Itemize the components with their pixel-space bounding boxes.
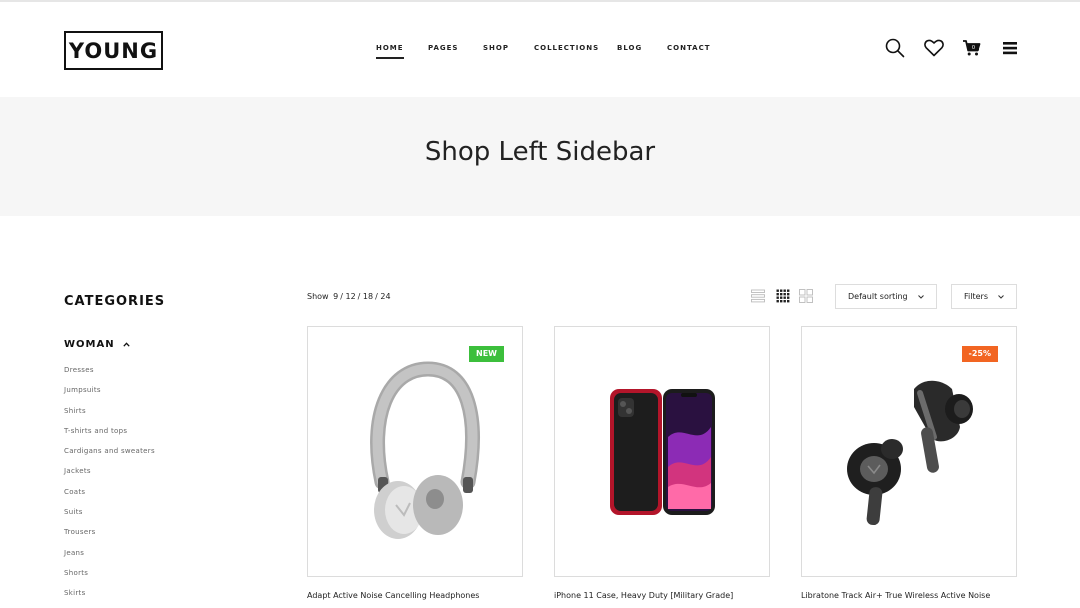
- product-image-earbuds: [847, 380, 973, 526]
- show-per-page: Show 9/ 12/ 18/ 24: [307, 292, 391, 301]
- filters-button[interactable]: Filters: [951, 284, 1017, 309]
- sidebar-section-label: WOMAN: [64, 339, 115, 350]
- product-image-phone-case: [610, 389, 715, 515]
- show-option-24[interactable]: 24: [380, 292, 390, 301]
- category-item[interactable]: Coats: [64, 488, 155, 508]
- main-nav: HOME PAGES SHOP COLLECTIONS BLOG CONTACT: [0, 44, 1080, 59]
- product-card[interactable]: NEW: [307, 326, 523, 577]
- sidebar-title: CATEGORIES: [64, 294, 166, 309]
- nav-collections[interactable]: COLLECTIONS: [534, 44, 599, 52]
- grid-2-icon[interactable]: [799, 289, 813, 303]
- product-name[interactable]: Adapt Active Noise Cancelling Headphones: [307, 591, 479, 600]
- filters-label: Filters: [964, 292, 988, 301]
- category-item[interactable]: Jackets: [64, 467, 155, 487]
- product-badge-new: NEW: [469, 346, 504, 362]
- nav-pages[interactable]: PAGES: [428, 44, 458, 52]
- list-view-icon[interactable]: [751, 289, 765, 303]
- category-item[interactable]: T-shirts and tops: [64, 427, 155, 447]
- product-card[interactable]: -25%: [801, 326, 1017, 577]
- chevron-down-icon: [998, 295, 1004, 299]
- show-label: Show: [307, 292, 329, 301]
- chevron-up-icon: [122, 342, 130, 347]
- product-image-headphones: [370, 361, 480, 539]
- category-item[interactable]: Dresses: [64, 366, 155, 386]
- category-list: Dresses Jumpsuits Shirts T-shirts and to…: [64, 366, 155, 608]
- product-badge-sale: -25%: [961, 346, 998, 362]
- nav-home[interactable]: HOME: [376, 44, 404, 59]
- grid-4-icon[interactable]: [776, 289, 790, 303]
- product-name[interactable]: iPhone 11 Case, Heavy Duty [Military Gra…: [554, 591, 733, 600]
- show-option-18[interactable]: 18: [363, 292, 373, 301]
- product-name[interactable]: Libratone Track Air+ True Wireless Activ…: [801, 591, 990, 600]
- search-icon[interactable]: [884, 37, 906, 59]
- svg-text:0: 0: [972, 45, 975, 51]
- sidebar-section-woman[interactable]: WOMAN: [64, 339, 130, 350]
- sorting-select[interactable]: Default sorting: [835, 284, 937, 309]
- category-item[interactable]: Cardigans and sweaters: [64, 447, 155, 467]
- cart-icon[interactable]: 0: [961, 37, 983, 59]
- show-option-12[interactable]: 12: [345, 292, 355, 301]
- product-card[interactable]: [554, 326, 770, 577]
- nav-contact[interactable]: CONTACT: [667, 44, 711, 52]
- heart-icon[interactable]: [923, 37, 945, 59]
- page-title-band: Shop Left Sidebar: [0, 97, 1080, 216]
- category-item[interactable]: Jumpsuits: [64, 386, 155, 406]
- chevron-down-icon: [918, 295, 924, 299]
- page-title: Shop Left Sidebar: [424, 137, 656, 167]
- nav-blog[interactable]: BLOG: [617, 44, 642, 52]
- nav-shop[interactable]: SHOP: [483, 44, 509, 52]
- category-item[interactable]: Jeans: [64, 549, 155, 569]
- show-option-9[interactable]: 9: [333, 292, 338, 301]
- category-item[interactable]: Shorts: [64, 569, 155, 589]
- menu-icon[interactable]: [999, 37, 1021, 59]
- category-item[interactable]: Suits: [64, 508, 155, 528]
- category-item[interactable]: Trousers: [64, 528, 155, 548]
- sorting-select-value: Default sorting: [848, 292, 908, 301]
- category-item[interactable]: Shirts: [64, 407, 155, 427]
- category-item[interactable]: Skirts: [64, 589, 155, 608]
